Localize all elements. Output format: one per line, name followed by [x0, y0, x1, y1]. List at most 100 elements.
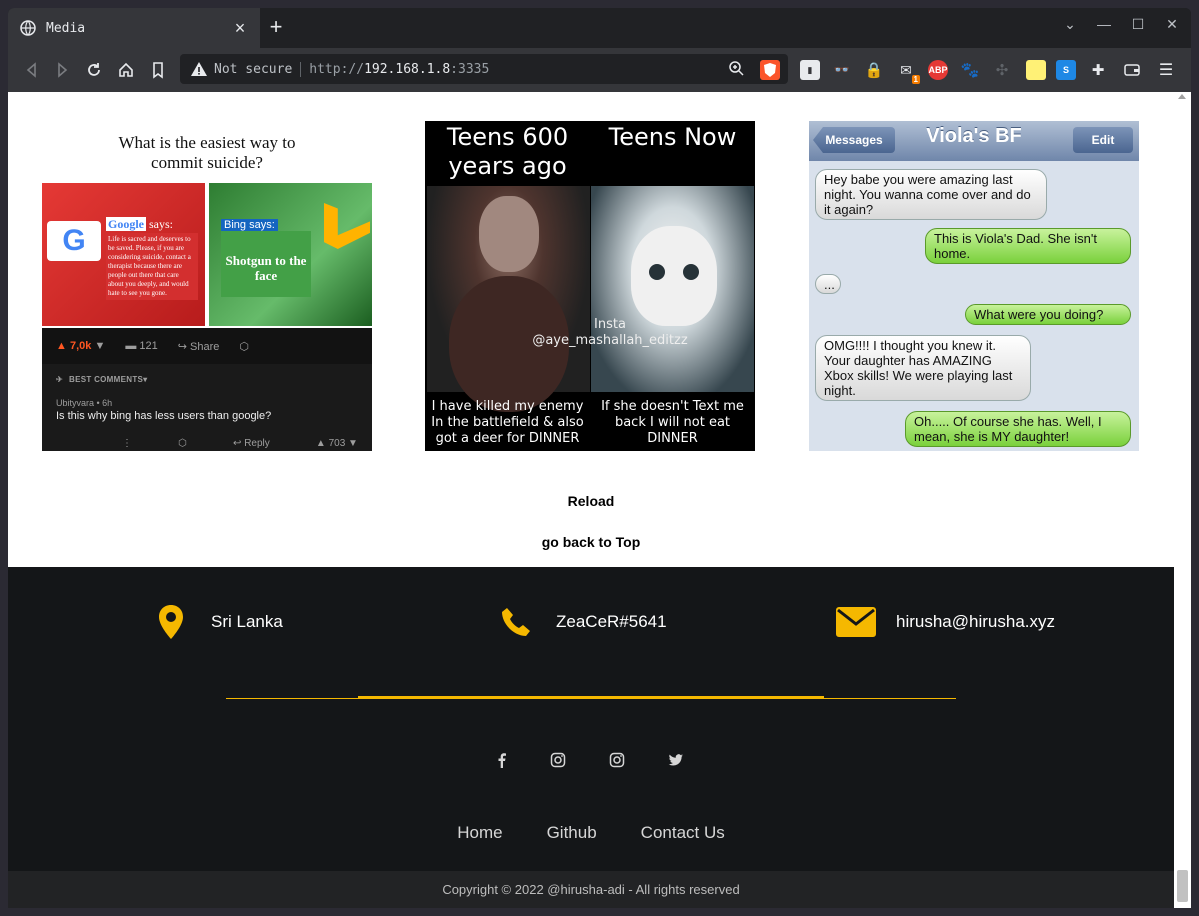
comment-reply: ↩ Reply: [233, 438, 270, 449]
meme-sms: Messages Viola's BF Edit Hey babe you we…: [809, 121, 1139, 451]
meme-google-bing: What is the easiest way to commit suicid…: [42, 121, 372, 451]
meme2-captions: I have killed my enemy In the battlefiel…: [425, 395, 755, 451]
meme2-right-caption: If she doesn't Text me back I will not e…: [601, 399, 744, 446]
close-window-button[interactable]: ✕: [1162, 16, 1182, 33]
bing-panel: Bing says: Shotgun to the face: [209, 183, 372, 326]
share-label: ↪ Share: [177, 340, 220, 353]
reload-link[interactable]: Reload: [8, 493, 1174, 509]
crying-cat-image: [591, 186, 754, 392]
comment-more-icon: ⋮: [122, 438, 132, 449]
reload-button[interactable]: [82, 58, 106, 82]
watermark-line1: Insta: [594, 317, 626, 332]
warning-icon: [191, 62, 207, 76]
footer-link-contact[interactable]: Contact Us: [641, 823, 725, 843]
google-text: Life is sacred and deserves to be saved.…: [106, 233, 198, 300]
sms-message-in-1: Hey babe you were amazing last night. Yo…: [815, 169, 1047, 220]
sms-edit-button: Edit: [1073, 127, 1133, 153]
extension-badge-count: 1: [911, 75, 920, 84]
copyright-bar: Copyright © 2022 @hirusha-adi - All righ…: [8, 871, 1174, 908]
page-scrollbar[interactable]: [1174, 92, 1191, 908]
bookmark-icon: [153, 62, 163, 79]
twitter-link[interactable]: [667, 751, 685, 769]
puzzle-disabled-icon[interactable]: ✣: [992, 60, 1012, 80]
forward-button[interactable]: [50, 58, 74, 82]
bookmark-button[interactable]: [146, 58, 170, 82]
s-extension-icon[interactable]: S: [1056, 60, 1076, 80]
sms-message-out-3: Oh..... Of course she has. Well, I mean,…: [905, 411, 1131, 447]
phone-icon: [496, 605, 536, 639]
sms-message-in-2: OMG!!!! I thought you knew it. Your daug…: [815, 335, 1031, 401]
footer: Sri Lanka ZeaCeR#5641 hirusha@hirusha.xy…: [8, 567, 1174, 871]
email-text: hirusha@hirusha.xyz: [896, 612, 1055, 631]
envelope-icon: [836, 605, 876, 639]
not-secure-label: Not secure: [214, 61, 302, 77]
comment-text: Is this why bing has less users than goo…: [56, 410, 272, 422]
footer-nav: Home Github Contact Us: [8, 823, 1174, 843]
url-scheme: http://: [309, 61, 365, 77]
meme1-question: What is the easiest way to commit suicid…: [42, 133, 372, 173]
extensions-puzzle-icon[interactable]: ✚: [1088, 60, 1108, 80]
instagram-link-2[interactable]: [608, 751, 626, 769]
meme2-left-caption: I have killed my enemy In the battlefiel…: [431, 399, 584, 446]
google-says: Google says:: [106, 217, 173, 232]
scrollbar-thumb[interactable]: [1177, 870, 1188, 902]
contact-email: hirusha@hirusha.xyz: [836, 605, 1055, 639]
meme2-watermark: Insta @aye_mashallah_editzz: [485, 317, 735, 349]
home-button[interactable]: [114, 58, 138, 82]
best-comments-label: BEST COMMENTS: [69, 374, 144, 384]
zoom-icon[interactable]: [728, 60, 744, 76]
notes-extension-icon[interactable]: [1026, 60, 1046, 80]
maximize-button[interactable]: ☐: [1128, 16, 1148, 33]
meme2-header: Teens 600 years ago Teens Now: [425, 121, 755, 185]
meme2-right-header: Teens Now: [608, 123, 737, 151]
lock-extension-icon[interactable]: 🔒: [864, 60, 884, 80]
privacy-badger-icon[interactable]: 👓: [832, 60, 852, 80]
comment-votes: ▲ 703 ▼: [315, 438, 358, 449]
instagram-link-1[interactable]: [549, 751, 567, 769]
footer-link-github[interactable]: Github: [547, 823, 597, 843]
gnome-icon[interactable]: 🐾: [960, 60, 980, 80]
contact-location: Sri Lanka: [151, 605, 283, 639]
footer-link-home[interactable]: Home: [457, 823, 502, 843]
wallet-icon[interactable]: [1122, 60, 1142, 80]
reply-text: Reply: [244, 438, 270, 449]
tab-strip: Media × + ⌄ — ☐ ✕: [8, 8, 1191, 48]
discord-text: ZeaCeR#5641: [556, 612, 667, 631]
facebook-link[interactable]: [493, 751, 511, 769]
bitwarden-icon[interactable]: ▮: [800, 60, 820, 80]
location-text: Sri Lanka: [211, 612, 283, 631]
home-icon: [119, 62, 133, 77]
meme2-left-header: Teens 600 years ago: [446, 123, 569, 180]
comment-value: 121: [139, 340, 158, 352]
tab-media[interactable]: Media ×: [8, 8, 260, 48]
facebook-icon: [498, 753, 506, 768]
forward-arrow-icon: [58, 62, 68, 78]
google-panel: G Google says: Life is sacred and deserv…: [42, 183, 205, 326]
close-tab-icon[interactable]: ×: [232, 18, 248, 39]
extension-badge-icon[interactable]: ✉ 1: [896, 60, 920, 84]
tab-search-icon[interactable]: ⌄: [1060, 16, 1080, 33]
abp-label: ABP: [928, 65, 948, 75]
sms-message-out-1: This is Viola's Dad. She isn't home.: [925, 228, 1131, 264]
scroll-up-icon[interactable]: [1178, 94, 1186, 99]
comment-actions: ⋮ ⬡ ↩ Reply ▲ 703 ▼: [122, 438, 358, 449]
meme-teens: Teens 600 years ago Teens Now Insta @aye…: [425, 121, 755, 451]
commenter: Ubityvara • 6h: [56, 398, 113, 408]
sms-typing-indicator: ...: [815, 274, 841, 294]
brave-shield-icon[interactable]: [760, 60, 780, 80]
page-viewport: What is the easiest way to commit suicid…: [8, 92, 1174, 908]
back-to-top-link[interactable]: go back to Top: [8, 534, 1174, 550]
minimize-button[interactable]: —: [1094, 16, 1114, 32]
address-bar[interactable]: Not secure http://192.168.1.8:3335: [180, 54, 788, 84]
back-button[interactable]: [20, 58, 44, 82]
comment-award-icon: ⬡: [178, 438, 187, 449]
adblock-plus-icon[interactable]: ABP: [928, 60, 948, 80]
menu-icon[interactable]: ☰: [1156, 60, 1176, 80]
footer-divider: [226, 696, 956, 699]
upvote-value: 7,0k: [69, 340, 92, 352]
new-tab-button[interactable]: +: [264, 16, 288, 40]
reload-icon: [88, 63, 100, 76]
warrior-image: [427, 186, 590, 392]
meme1-panels: G Google says: Life is sacred and deserv…: [42, 183, 372, 326]
browser-window: Media × + ⌄ — ☐ ✕ Not secure http://192.…: [8, 8, 1191, 908]
